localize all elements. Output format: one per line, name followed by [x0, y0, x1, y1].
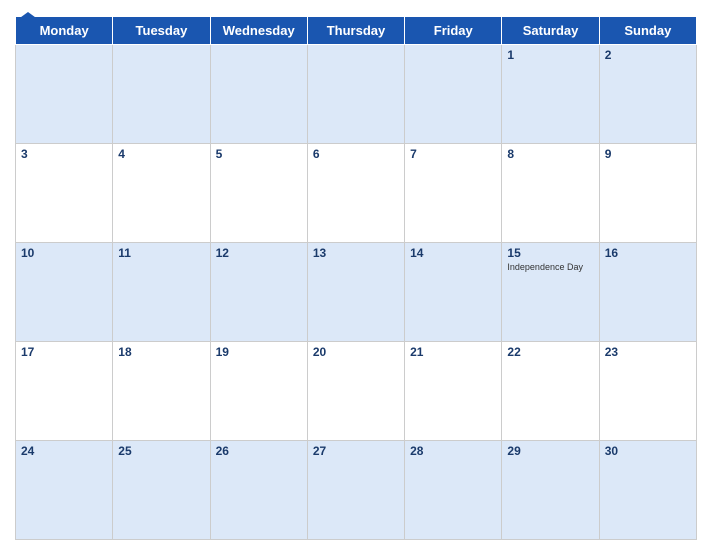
day-number: 28 — [410, 444, 496, 458]
day-number: 16 — [605, 246, 691, 260]
calendar-cell: 27 — [307, 441, 404, 540]
day-number: 24 — [21, 444, 107, 458]
calendar-wrapper: MondayTuesdayWednesdayThursdayFridaySatu… — [0, 0, 712, 550]
weekday-header: Saturday — [502, 17, 599, 45]
day-number: 11 — [118, 246, 204, 260]
calendar-cell: 14 — [405, 243, 502, 342]
day-number: 13 — [313, 246, 399, 260]
day-number: 18 — [118, 345, 204, 359]
weekday-header: Friday — [405, 17, 502, 45]
calendar-cell: 2 — [599, 45, 696, 144]
calendar-cell: 21 — [405, 342, 502, 441]
holiday-label: Independence Day — [507, 262, 593, 273]
calendar-cell: 4 — [113, 144, 210, 243]
day-number: 23 — [605, 345, 691, 359]
day-number: 2 — [605, 48, 691, 62]
calendar-cell: 9 — [599, 144, 696, 243]
calendar-thead: MondayTuesdayWednesdayThursdayFridaySatu… — [16, 17, 697, 45]
day-number: 7 — [410, 147, 496, 161]
calendar-cell: 22 — [502, 342, 599, 441]
day-number: 22 — [507, 345, 593, 359]
day-number: 10 — [21, 246, 107, 260]
day-number: 17 — [21, 345, 107, 359]
calendar-body: 123456789101112131415Independence Day161… — [16, 45, 697, 540]
day-number: 6 — [313, 147, 399, 161]
day-number: 25 — [118, 444, 204, 458]
weekday-header: Tuesday — [113, 17, 210, 45]
calendar-cell: 18 — [113, 342, 210, 441]
logo-bird-icon — [17, 10, 39, 28]
day-number: 14 — [410, 246, 496, 260]
calendar-cell: 16 — [599, 243, 696, 342]
day-number: 12 — [216, 246, 302, 260]
calendar-cell — [16, 45, 113, 144]
calendar-cell: 11 — [113, 243, 210, 342]
calendar-cell — [210, 45, 307, 144]
calendar-week-row: 3456789 — [16, 144, 697, 243]
weekday-header: Thursday — [307, 17, 404, 45]
day-number: 26 — [216, 444, 302, 458]
calendar-cell: 24 — [16, 441, 113, 540]
calendar-week-row: 10 11 12 13 14 15 Independence Day 16 — [16, 243, 697, 342]
calendar-cell: 20 — [307, 342, 404, 441]
calendar-cell: 10 — [16, 243, 113, 342]
calendar-cell: 3 — [16, 144, 113, 243]
calendar-cell: 1 — [502, 45, 599, 144]
calendar-cell: 25 — [113, 441, 210, 540]
calendar-cell: 13 — [307, 243, 404, 342]
calendar-table: MondayTuesdayWednesdayThursdayFridaySatu… — [15, 16, 697, 540]
day-number: 29 — [507, 444, 593, 458]
day-number: 15 — [507, 246, 593, 260]
calendar-cell: 26 — [210, 441, 307, 540]
calendar-cell — [307, 45, 404, 144]
calendar-cell: 5 — [210, 144, 307, 243]
calendar-cell: 19 — [210, 342, 307, 441]
calendar-cell: 17 — [16, 342, 113, 441]
calendar-cell: 12 — [210, 243, 307, 342]
day-number: 1 — [507, 48, 593, 62]
weekday-header: Wednesday — [210, 17, 307, 45]
calendar-cell — [405, 45, 502, 144]
calendar-cell: 29 — [502, 441, 599, 540]
weekday-header: Sunday — [599, 17, 696, 45]
calendar-week-row: 17 18 19 20 21 22 23 — [16, 342, 697, 441]
day-number: 30 — [605, 444, 691, 458]
day-number: 20 — [313, 345, 399, 359]
calendar-cell: 6 — [307, 144, 404, 243]
calendar-cell: 7 — [405, 144, 502, 243]
day-number: 3 — [21, 147, 107, 161]
day-number: 27 — [313, 444, 399, 458]
logo — [15, 10, 39, 28]
day-number: 8 — [507, 147, 593, 161]
calendar-cell: 8 — [502, 144, 599, 243]
calendar-week-row: 12 — [16, 45, 697, 144]
calendar-cell: 15 Independence Day — [502, 243, 599, 342]
weekday-header-row: MondayTuesdayWednesdayThursdayFridaySatu… — [16, 17, 697, 45]
calendar-week-row: 24 25 26 27 28 29 30 — [16, 441, 697, 540]
calendar-cell: 30 — [599, 441, 696, 540]
day-number: 5 — [216, 147, 302, 161]
calendar-cell — [113, 45, 210, 144]
day-number: 19 — [216, 345, 302, 359]
day-number: 4 — [118, 147, 204, 161]
calendar-cell: 28 — [405, 441, 502, 540]
calendar-cell: 23 — [599, 342, 696, 441]
day-number: 21 — [410, 345, 496, 359]
day-number: 9 — [605, 147, 691, 161]
